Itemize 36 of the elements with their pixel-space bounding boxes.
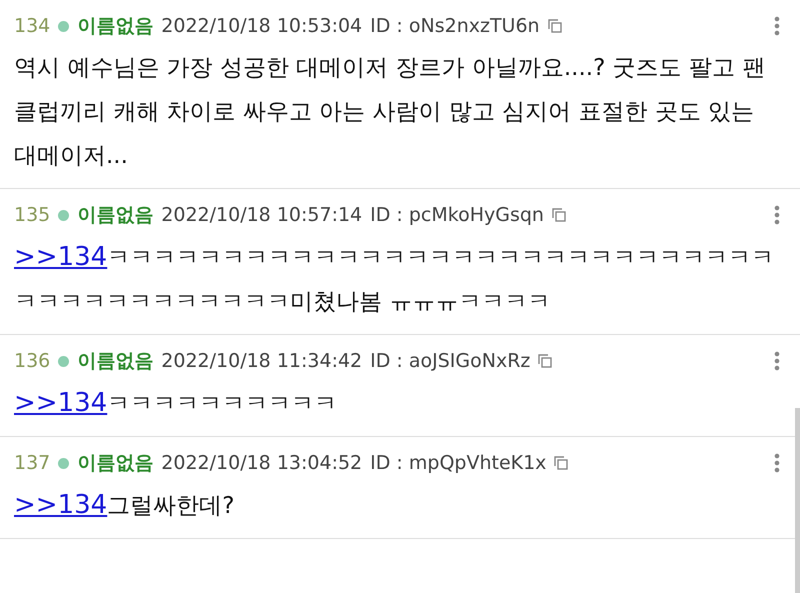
scrollbar[interactable] [795, 408, 800, 593]
more-icon[interactable] [774, 453, 780, 473]
author-name: 이름없음 [77, 349, 154, 374]
author-name: 이름없음 [77, 14, 154, 39]
copy-icon[interactable] [538, 354, 552, 368]
poster-id: ID : oNs2nxzTU6n [370, 15, 540, 37]
copy-icon[interactable] [548, 19, 562, 33]
more-icon[interactable] [774, 16, 780, 36]
more-icon[interactable] [774, 351, 780, 371]
post-date: 2022/10/18 10:57:14 [161, 204, 362, 226]
more-icon[interactable] [774, 205, 780, 225]
post-text: 역시 예수님은 가장 성공한 대메이저 장르가 아닐까요....? 굿즈도 팔고 팬클럽끼리 캐해 차이로 싸우고 아는 사람이 많고 심지어 표절한 곳도 있는 대메이저... [14, 54, 766, 171]
post-number: 136 [14, 350, 50, 372]
post-date: 2022/10/18 10:53:04 [161, 15, 362, 37]
status-dot [58, 356, 70, 366]
reply-link[interactable]: >>134 [14, 490, 108, 520]
status-dot [58, 210, 70, 220]
status-dot [58, 20, 70, 32]
author-name: 이름없음 [77, 203, 154, 228]
poster-id: ID : aoJSIGoNxRz [370, 350, 530, 372]
post-number: 137 [14, 452, 50, 474]
post-text: >>134 ㅋㅋㅋㅋㅋㅋㅋㅋㅋㅋㅋㅋㅋㅋㅋㅋㅋㅋㅋㅋㅋㅋㅋㅋㅋㅋㅋㅋㅋㅋㅋㅋㅋㅋㅋㅋㅋㅋㅋㅋㅋ미쳤나봄 ㅠㅠㅠㅋㅋㅋㅋ [14, 241, 776, 317]
reply-link[interactable]: >>134 [14, 242, 108, 272]
copy-icon[interactable] [552, 208, 566, 222]
status-dot [58, 458, 70, 468]
reply-link[interactable]: >>134 [14, 388, 108, 418]
post-text: >>134 ㅋㅋㅋㅋㅋㅋㅋㅋㅋㅋ [14, 387, 338, 420]
poster-id: ID : pcMkoHyGsqn [370, 204, 544, 226]
copy-icon[interactable] [554, 456, 568, 470]
post-number: 135 [14, 204, 50, 226]
poster-id: ID : mpQpVhteK1x [370, 452, 546, 474]
post-text: >>134그럴싸한데? [14, 489, 236, 522]
post-date: 2022/10/18 13:04:52 [161, 452, 362, 474]
author-name: 이름없음 [77, 451, 154, 476]
post-number: 134 [14, 15, 50, 37]
post-date: 2022/10/18 11:34:42 [161, 350, 362, 372]
